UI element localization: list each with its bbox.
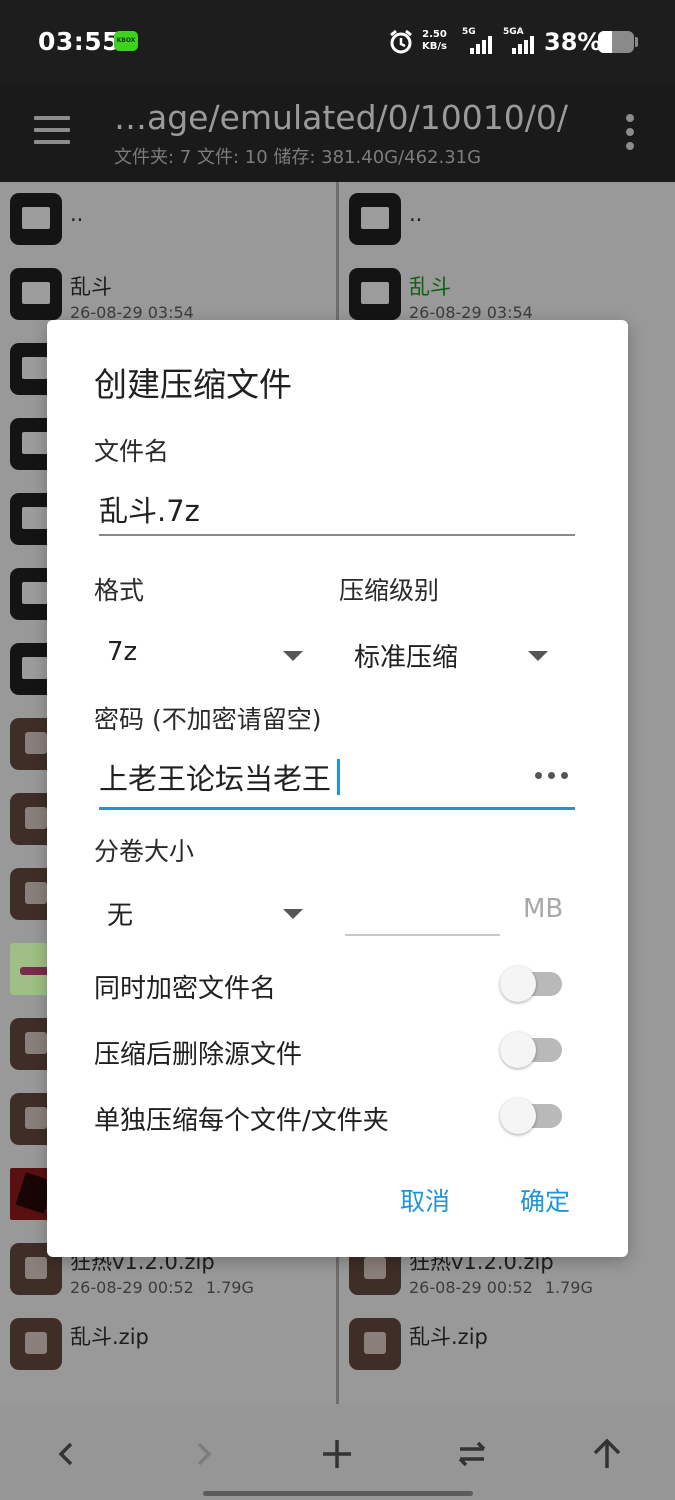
parent-dir-row[interactable]: ..	[339, 182, 675, 257]
file-name: 乱斗	[70, 275, 112, 299]
status-bar: 03:55 KBOX 2.50 KB/s 5G 5GA 38%	[0, 0, 675, 84]
network-speed: 2.50 KB/s	[422, 29, 447, 53]
volume-size-dropdown[interactable]: 无	[93, 887, 307, 937]
compression-level-label: 压缩级别	[339, 576, 440, 605]
status-time: 03:55	[38, 27, 121, 56]
file-meta	[70, 1353, 82, 1372]
chevron-right-icon[interactable]	[168, 1424, 238, 1484]
chevron-down-icon	[283, 651, 303, 661]
swap-icon[interactable]	[437, 1424, 507, 1484]
delete-source-label: 压缩后删除源文件	[94, 1040, 303, 1070]
parent-dir-row[interactable]: ..	[0, 182, 336, 257]
arrow-up-icon[interactable]	[572, 1424, 642, 1484]
storage-summary: 文件夹: 7 文件: 10 储存: 381.40G/462.31G	[114, 147, 482, 168]
file-name: ..	[409, 202, 423, 226]
encrypt-filenames-row: 同时加密文件名	[94, 964, 574, 1008]
encrypt-filenames-toggle[interactable]	[500, 964, 564, 1004]
battery-icon	[598, 31, 634, 53]
folder-icon	[349, 193, 401, 245]
compress-separately-toggle[interactable]	[500, 1096, 564, 1136]
file-row[interactable]: 乱斗.zip	[339, 1307, 675, 1382]
dialog-title: 创建压缩文件	[94, 365, 292, 404]
file-name: 乱斗.zip	[70, 1325, 149, 1349]
filename-value: 乱斗.7z	[99, 494, 200, 528]
battery-percent: 38%	[544, 28, 602, 56]
speed-unit: KB/s	[422, 41, 447, 52]
current-path: …age/emulated/0/10010/0/	[114, 98, 568, 137]
chevron-down-icon	[283, 909, 303, 919]
ok-button[interactable]: 确定	[520, 1182, 570, 1218]
menu-icon[interactable]	[32, 114, 72, 148]
bottom-action-bar	[0, 1404, 675, 1500]
file-row[interactable]: 乱斗.zip	[0, 1307, 336, 1382]
file-size: 1.79G	[544, 1278, 593, 1297]
folder-icon	[10, 193, 62, 245]
compress-separately-label: 单独压缩每个文件/文件夹	[94, 1106, 389, 1136]
password-input[interactable]: 上老王论坛当老王	[99, 756, 575, 810]
volume-unit-label: MB	[523, 894, 564, 924]
more-options-icon[interactable]	[620, 112, 640, 152]
file-meta	[409, 1353, 421, 1372]
archive-icon	[10, 1318, 62, 1370]
compression-level-value: 标准压缩	[354, 643, 459, 673]
folder-icon	[10, 268, 62, 320]
file-name: ..	[70, 202, 84, 226]
format-label: 格式	[94, 576, 145, 605]
alarm-icon	[390, 29, 412, 54]
plus-icon[interactable]	[302, 1424, 372, 1484]
text-cursor	[337, 759, 341, 795]
signal-icon	[470, 36, 492, 54]
delete-source-row: 压缩后删除源文件	[94, 1030, 574, 1074]
speed-value: 2.50	[422, 29, 447, 40]
app-toolbar: …age/emulated/0/10010/0/ 文件夹: 7 文件: 10 储…	[0, 84, 675, 182]
app-notification-icon: KBOX	[114, 31, 138, 51]
file-size: 1.79G	[205, 1278, 254, 1297]
file-meta: 26-08-29 00:52 1.79G	[409, 1278, 593, 1297]
volume-size-label: 分卷大小	[94, 837, 195, 866]
encrypt-filenames-label: 同时加密文件名	[94, 974, 277, 1004]
file-meta: 26-08-29 00:52 1.79G	[70, 1278, 254, 1297]
format-dropdown[interactable]: 7z	[93, 629, 307, 679]
chevron-left-icon[interactable]	[32, 1424, 102, 1484]
password-visibility-icon[interactable]	[531, 760, 575, 790]
volume-size-input[interactable]	[345, 888, 500, 936]
archive-icon	[349, 1318, 401, 1370]
file-date: 26-08-29 00:52	[409, 1278, 533, 1297]
file-name: 乱斗	[409, 275, 451, 299]
chevron-down-icon	[528, 651, 548, 661]
signal-icon-2	[512, 36, 534, 54]
password-label: 密码 (不加密请留空)	[94, 705, 322, 734]
battery-tip	[635, 37, 638, 47]
file-name: 乱斗.zip	[409, 1325, 488, 1349]
filename-label: 文件名	[94, 437, 170, 466]
delete-source-toggle[interactable]	[500, 1030, 564, 1070]
compression-level-dropdown[interactable]: 标准压缩	[340, 629, 560, 679]
volume-size-value: 无	[107, 901, 134, 931]
cancel-button[interactable]: 取消	[400, 1182, 450, 1218]
home-indicator[interactable]	[203, 1491, 473, 1496]
format-value: 7z	[107, 637, 138, 667]
folder-icon	[349, 268, 401, 320]
compress-separately-row: 单独压缩每个文件/文件夹	[94, 1096, 574, 1140]
battery-fill	[598, 31, 612, 53]
filename-input[interactable]: 乱斗.7z	[99, 488, 575, 536]
file-meta	[409, 228, 421, 247]
file-date: 26-08-29 00:52	[70, 1278, 194, 1297]
password-value: 上老王论坛当老王	[99, 762, 332, 796]
file-meta	[70, 228, 82, 247]
create-archive-dialog: 创建压缩文件 文件名 乱斗.7z 格式 压缩级别 7z 标准压缩 密码 (不加密…	[47, 320, 628, 1257]
